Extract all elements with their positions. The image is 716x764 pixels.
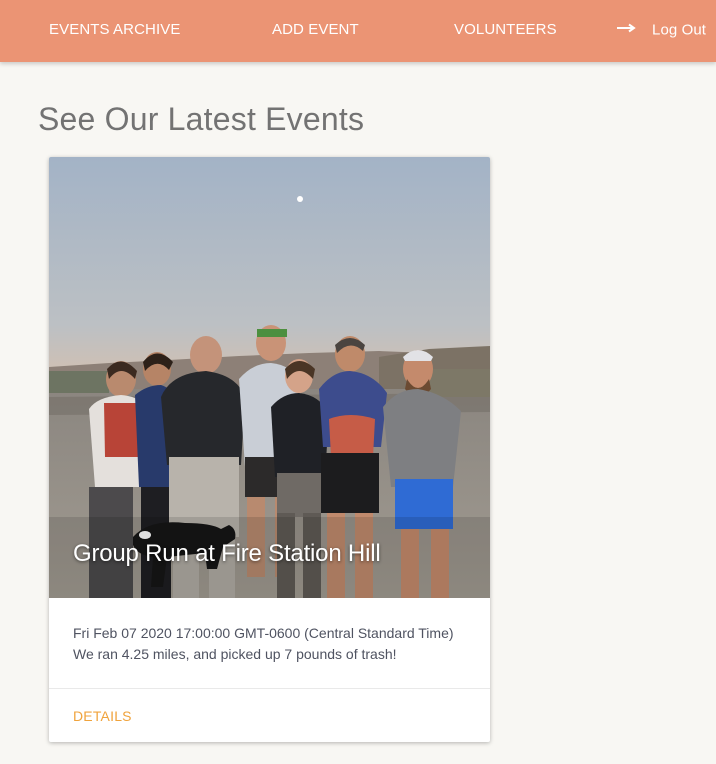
top-navbar: EVENTS ARCHIVE ADD EVENT VOLUNTEERS Log … [0,0,716,62]
logout-label: Log Out [652,21,707,39]
nav-add-event[interactable]: ADD EVENT [272,21,359,38]
logout-button[interactable]: Log Out [616,21,706,39]
event-date: Fri Feb 07 2020 17:00:00 GMT-0600 (Centr… [73,625,454,641]
group-photo-image [49,157,490,598]
event-card: Group Run at Fire Station Hill Fri Feb 0… [49,157,490,742]
card-divider [49,688,490,689]
details-button[interactable]: DETAILS [73,708,132,724]
arrow-right-icon [616,20,636,37]
nav-volunteers[interactable]: VOLUNTEERS [454,21,557,38]
event-photo: Group Run at Fire Station Hill [49,157,490,598]
event-content: Fri Feb 07 2020 17:00:00 GMT-0600 (Centr… [73,623,473,665]
page-title: See Our Latest Events [38,101,365,137]
event-description: We ran 4.25 miles, and picked up 7 pound… [73,646,397,662]
nav-events-archive[interactable]: EVENTS ARCHIVE [49,21,180,38]
event-title: Group Run at Fire Station Hill [73,540,381,567]
